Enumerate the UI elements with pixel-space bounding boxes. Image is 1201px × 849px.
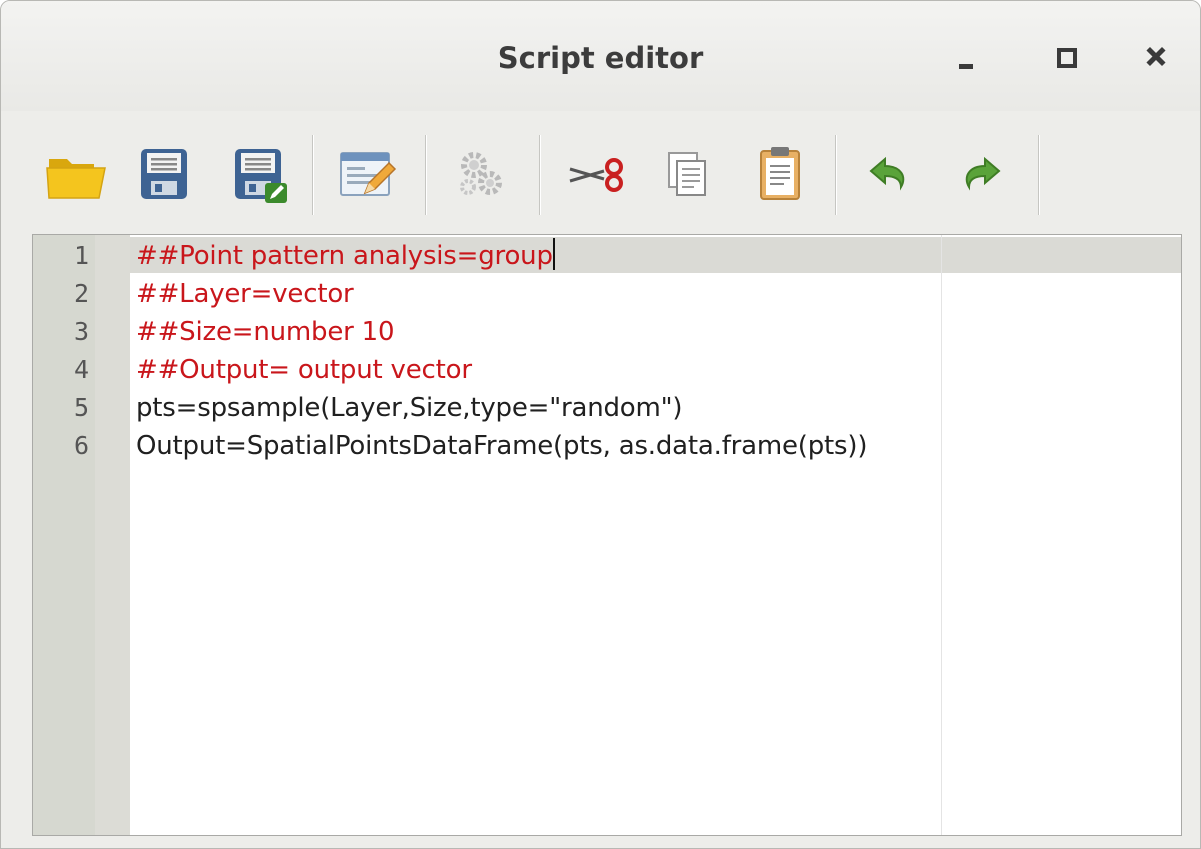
line-number: 3 xyxy=(73,317,89,346)
copy-button[interactable] xyxy=(653,141,719,207)
line-number: 2 xyxy=(73,279,89,308)
toolbar-separator xyxy=(539,135,541,215)
gears-icon xyxy=(460,152,502,195)
paste-button[interactable] xyxy=(747,141,813,207)
open-script-button[interactable] xyxy=(43,141,109,207)
undo-arrow-icon xyxy=(869,156,905,191)
code-line[interactable]: Output=SpatialPointsDataFrame(pts, as.da… xyxy=(136,427,867,465)
line-number: 6 xyxy=(73,431,89,460)
code-line[interactable]: pts=spsample(Layer,Size,type="random") xyxy=(136,389,683,427)
clipboard-icon xyxy=(760,147,800,200)
scissors-icon xyxy=(569,158,623,192)
edit-script-help-button[interactable] xyxy=(335,141,401,207)
floppy-disk-icon xyxy=(141,149,187,199)
line-number: 4 xyxy=(73,355,89,384)
fold-margin xyxy=(95,235,130,835)
line-number: 1 xyxy=(73,241,89,270)
window-title: Script editor xyxy=(497,41,704,75)
code-line[interactable]: ##Point pattern analysis=group xyxy=(136,237,555,275)
redo-arrow-icon xyxy=(965,156,1001,191)
redo-button[interactable] xyxy=(947,141,1013,207)
text-cursor xyxy=(552,238,555,270)
code-line[interactable]: ##Layer=vector xyxy=(136,275,354,313)
toolbar xyxy=(1,111,1200,231)
folder-open-icon xyxy=(46,159,106,199)
maximize-button[interactable] xyxy=(1046,35,1090,79)
floppy-disk-edit-icon xyxy=(235,149,287,203)
undo-button[interactable] xyxy=(857,141,923,207)
save-as-script-button[interactable] xyxy=(227,141,293,207)
toolbar-separator xyxy=(312,135,314,215)
toolbar-separator xyxy=(1038,135,1040,215)
edge-column-marker xyxy=(941,235,942,835)
save-script-button[interactable] xyxy=(131,141,197,207)
copy-icon xyxy=(668,152,706,196)
code-editor[interactable]: 1 2 3 4 5 6 ##Point pattern analysis=gro… xyxy=(32,234,1182,836)
close-button[interactable] xyxy=(1136,35,1180,79)
code-line-text: ##Point pattern analysis=group xyxy=(136,241,553,271)
minimize-button[interactable] xyxy=(946,35,990,79)
code-line[interactable]: ##Output= output vector xyxy=(136,351,472,389)
run-algorithm-button[interactable] xyxy=(448,141,514,207)
form-edit-icon xyxy=(340,152,397,196)
cut-button[interactable] xyxy=(564,141,630,207)
title-bar[interactable]: Script editor xyxy=(1,1,1200,111)
script-editor-window: Script editor 1 2 3 4 5 6 ##Point patter… xyxy=(0,0,1201,849)
line-number: 5 xyxy=(73,393,89,422)
toolbar-separator xyxy=(835,135,837,215)
toolbar-separator xyxy=(425,135,427,215)
code-line[interactable]: ##Size=number 10 xyxy=(136,313,395,351)
